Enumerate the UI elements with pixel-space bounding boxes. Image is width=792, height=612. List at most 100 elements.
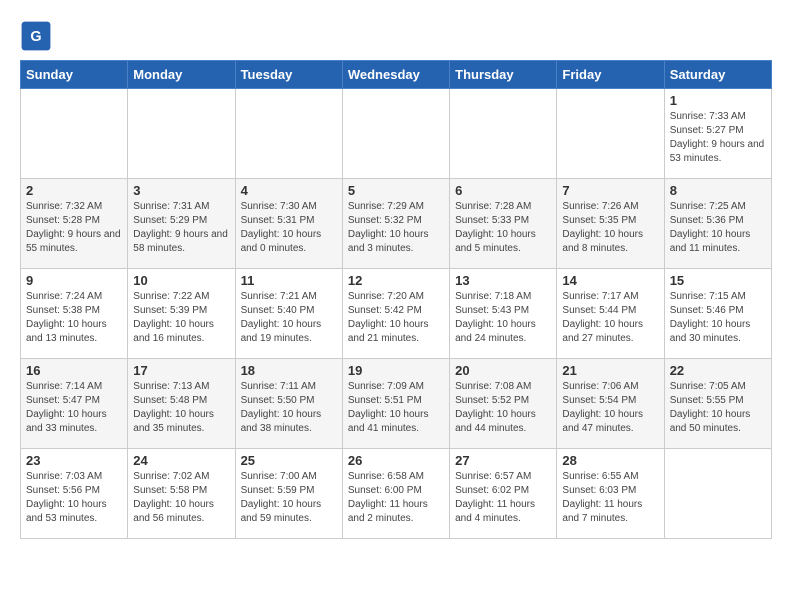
day-number: 18 <box>241 363 337 378</box>
day-info: Sunrise: 7:02 AM Sunset: 5:58 PM Dayligh… <box>133 470 229 526</box>
calendar-cell: 24 Sunrise: 7:02 AM Sunset: 5:58 PM Dayli… <box>128 449 235 539</box>
day-number: 2 <box>26 183 122 198</box>
weekday-header-sunday: Sunday <box>21 61 128 89</box>
day-number: 8 <box>670 183 766 198</box>
weekday-header-saturday: Saturday <box>664 61 771 89</box>
calendar-cell: 26 Sunrise: 6:58 AM Sunset: 6:00 PM Dayli… <box>342 449 449 539</box>
day-info: Sunrise: 7:26 AM Sunset: 5:35 PM Dayligh… <box>562 200 658 256</box>
day-number: 12 <box>348 273 444 288</box>
calendar-cell: 16 Sunrise: 7:14 AM Sunset: 5:47 PM Dayli… <box>21 359 128 449</box>
day-info: Sunrise: 7:31 AM Sunset: 5:29 PM Dayligh… <box>133 200 229 256</box>
calendar-week-2: 2 Sunrise: 7:32 AM Sunset: 5:28 PM Daylig… <box>21 179 772 269</box>
calendar-cell: 25 Sunrise: 7:00 AM Sunset: 5:59 PM Dayli… <box>235 449 342 539</box>
day-info: Sunrise: 7:09 AM Sunset: 5:51 PM Dayligh… <box>348 380 444 436</box>
calendar-cell: 4Sunrise: 7:30 AM Sunset: 5:31 PM Daylig… <box>235 179 342 269</box>
calendar-cell <box>128 89 235 179</box>
weekday-row: SundayMondayTuesdayWednesdayThursdayFrid… <box>21 61 772 89</box>
calendar-cell <box>557 89 664 179</box>
calendar-cell: 10Sunrise: 7:22 AM Sunset: 5:39 PM Dayli… <box>128 269 235 359</box>
day-info: Sunrise: 7:30 AM Sunset: 5:31 PM Dayligh… <box>241 200 337 256</box>
calendar-cell: 1 Sunrise: 7:33 AM Sunset: 5:27 PM Daylig… <box>664 89 771 179</box>
weekday-header-friday: Friday <box>557 61 664 89</box>
day-info: Sunrise: 7:25 AM Sunset: 5:36 PM Dayligh… <box>670 200 766 256</box>
day-number: 24 <box>133 453 229 468</box>
day-info: Sunrise: 7:21 AM Sunset: 5:40 PM Dayligh… <box>241 290 337 346</box>
calendar-cell <box>235 89 342 179</box>
calendar-cell: 18 Sunrise: 7:11 AM Sunset: 5:50 PM Dayli… <box>235 359 342 449</box>
day-info: Sunrise: 6:58 AM Sunset: 6:00 PM Dayligh… <box>348 470 444 526</box>
day-number: 9 <box>26 273 122 288</box>
day-info: Sunrise: 7:32 AM Sunset: 5:28 PM Dayligh… <box>26 200 122 256</box>
day-info: Sunrise: 7:15 AM Sunset: 5:46 PM Dayligh… <box>670 290 766 346</box>
page-header: G <box>20 20 772 52</box>
day-number: 1 <box>670 93 766 108</box>
calendar-cell: 11 Sunrise: 7:21 AM Sunset: 5:40 PM Dayli… <box>235 269 342 359</box>
calendar-cell: 15Sunrise: 7:15 AM Sunset: 5:46 PM Dayli… <box>664 269 771 359</box>
calendar-cell: 22Sunrise: 7:05 AM Sunset: 5:55 PM Dayli… <box>664 359 771 449</box>
day-info: Sunrise: 7:24 AM Sunset: 5:38 PM Dayligh… <box>26 290 122 346</box>
calendar-week-1: 1 Sunrise: 7:33 AM Sunset: 5:27 PM Daylig… <box>21 89 772 179</box>
day-number: 25 <box>241 453 337 468</box>
weekday-header-thursday: Thursday <box>450 61 557 89</box>
day-info: Sunrise: 7:11 AM Sunset: 5:50 PM Dayligh… <box>241 380 337 436</box>
weekday-header-tuesday: Tuesday <box>235 61 342 89</box>
day-number: 26 <box>348 453 444 468</box>
calendar-cell <box>21 89 128 179</box>
calendar-cell <box>342 89 449 179</box>
day-info: Sunrise: 7:33 AM Sunset: 5:27 PM Dayligh… <box>670 110 766 166</box>
calendar-cell: 9 Sunrise: 7:24 AM Sunset: 5:38 PM Daylig… <box>21 269 128 359</box>
day-number: 14 <box>562 273 658 288</box>
calendar-week-5: 23Sunrise: 7:03 AM Sunset: 5:56 PM Dayli… <box>21 449 772 539</box>
day-info: Sunrise: 7:28 AM Sunset: 5:33 PM Dayligh… <box>455 200 551 256</box>
day-number: 28 <box>562 453 658 468</box>
day-info: Sunrise: 7:20 AM Sunset: 5:42 PM Dayligh… <box>348 290 444 346</box>
day-number: 20 <box>455 363 551 378</box>
day-info: Sunrise: 6:55 AM Sunset: 6:03 PM Dayligh… <box>562 470 658 526</box>
calendar-cell: 13 Sunrise: 7:18 AM Sunset: 5:43 PM Dayli… <box>450 269 557 359</box>
calendar-cell: 3 Sunrise: 7:31 AM Sunset: 5:29 PM Daylig… <box>128 179 235 269</box>
calendar-cell: 12 Sunrise: 7:20 AM Sunset: 5:42 PM Dayli… <box>342 269 449 359</box>
calendar-cell: 20 Sunrise: 7:08 AM Sunset: 5:52 PM Dayli… <box>450 359 557 449</box>
day-info: Sunrise: 7:06 AM Sunset: 5:54 PM Dayligh… <box>562 380 658 436</box>
calendar-cell: 21 Sunrise: 7:06 AM Sunset: 5:54 PM Dayli… <box>557 359 664 449</box>
calendar-table: SundayMondayTuesdayWednesdayThursdayFrid… <box>20 60 772 539</box>
calendar-cell <box>664 449 771 539</box>
logo: G <box>20 20 56 52</box>
day-info: Sunrise: 7:29 AM Sunset: 5:32 PM Dayligh… <box>348 200 444 256</box>
day-number: 6 <box>455 183 551 198</box>
calendar-cell: 8 Sunrise: 7:25 AM Sunset: 5:36 PM Daylig… <box>664 179 771 269</box>
day-info: Sunrise: 7:17 AM Sunset: 5:44 PM Dayligh… <box>562 290 658 346</box>
day-number: 3 <box>133 183 229 198</box>
calendar-cell: 5Sunrise: 7:29 AM Sunset: 5:32 PM Daylig… <box>342 179 449 269</box>
day-info: Sunrise: 7:05 AM Sunset: 5:55 PM Dayligh… <box>670 380 766 436</box>
calendar-cell: 23Sunrise: 7:03 AM Sunset: 5:56 PM Dayli… <box>21 449 128 539</box>
weekday-header-wednesday: Wednesday <box>342 61 449 89</box>
calendar-body: 1 Sunrise: 7:33 AM Sunset: 5:27 PM Daylig… <box>21 89 772 539</box>
calendar-header: SundayMondayTuesdayWednesdayThursdayFrid… <box>21 61 772 89</box>
calendar-cell <box>450 89 557 179</box>
calendar-cell: 14 Sunrise: 7:17 AM Sunset: 5:44 PM Dayli… <box>557 269 664 359</box>
day-number: 23 <box>26 453 122 468</box>
day-info: Sunrise: 7:14 AM Sunset: 5:47 PM Dayligh… <box>26 380 122 436</box>
calendar-week-3: 9 Sunrise: 7:24 AM Sunset: 5:38 PM Daylig… <box>21 269 772 359</box>
day-number: 17 <box>133 363 229 378</box>
calendar-cell: 28 Sunrise: 6:55 AM Sunset: 6:03 PM Dayli… <box>557 449 664 539</box>
day-number: 21 <box>562 363 658 378</box>
day-number: 16 <box>26 363 122 378</box>
day-number: 27 <box>455 453 551 468</box>
calendar-week-4: 16 Sunrise: 7:14 AM Sunset: 5:47 PM Dayli… <box>21 359 772 449</box>
day-number: 11 <box>241 273 337 288</box>
day-number: 13 <box>455 273 551 288</box>
day-info: Sunrise: 7:18 AM Sunset: 5:43 PM Dayligh… <box>455 290 551 346</box>
day-info: Sunrise: 6:57 AM Sunset: 6:02 PM Dayligh… <box>455 470 551 526</box>
day-info: Sunrise: 7:00 AM Sunset: 5:59 PM Dayligh… <box>241 470 337 526</box>
calendar-cell: 7 Sunrise: 7:26 AM Sunset: 5:35 PM Daylig… <box>557 179 664 269</box>
calendar-cell: 27 Sunrise: 6:57 AM Sunset: 6:02 PM Dayli… <box>450 449 557 539</box>
calendar-cell: 19Sunrise: 7:09 AM Sunset: 5:51 PM Dayli… <box>342 359 449 449</box>
weekday-header-monday: Monday <box>128 61 235 89</box>
logo-icon: G <box>20 20 52 52</box>
day-info: Sunrise: 7:08 AM Sunset: 5:52 PM Dayligh… <box>455 380 551 436</box>
day-number: 7 <box>562 183 658 198</box>
svg-text:G: G <box>30 29 41 45</box>
day-info: Sunrise: 7:22 AM Sunset: 5:39 PM Dayligh… <box>133 290 229 346</box>
